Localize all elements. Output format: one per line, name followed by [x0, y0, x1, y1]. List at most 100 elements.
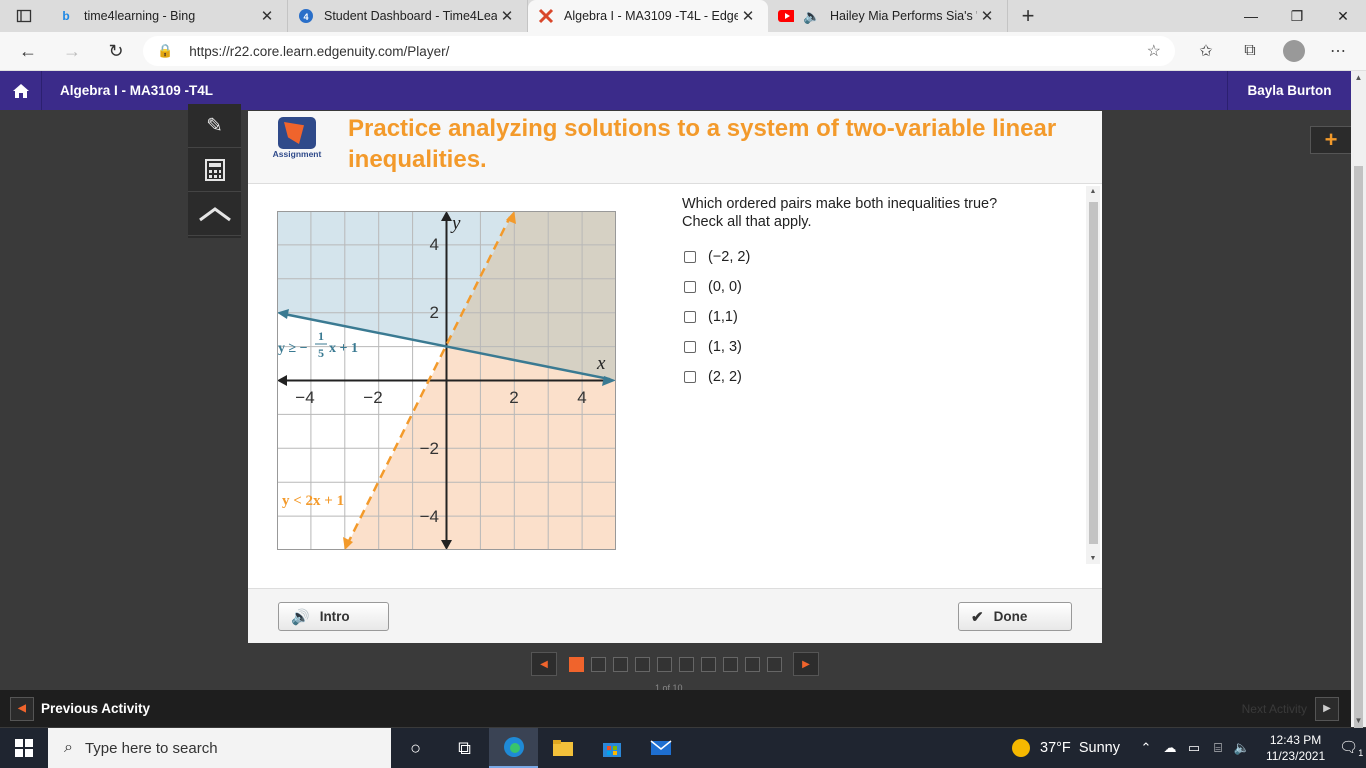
next-activity-button[interactable]: Next Activity ▶	[1242, 696, 1339, 721]
page-dot[interactable]	[700, 656, 716, 672]
previous-question-button[interactable]: ◀	[531, 652, 557, 676]
favorites-icon[interactable]: ✩	[1184, 41, 1228, 61]
calculator-icon	[204, 158, 225, 181]
checkmark-icon: ✔	[971, 608, 984, 626]
option-checkbox[interactable]	[684, 341, 696, 353]
store-button[interactable]	[587, 728, 636, 768]
caret-up-icon	[198, 206, 231, 221]
restore-button[interactable]: ❐	[1274, 0, 1320, 32]
option-checkbox[interactable]	[684, 371, 696, 383]
triangle-right-icon: ▶	[802, 658, 810, 670]
next-question-button[interactable]: ▶	[793, 652, 819, 676]
answer-option-5[interactable]: (2, 2)	[684, 369, 742, 385]
back-button[interactable]: ←	[6, 41, 50, 62]
settings-more-icon[interactable]: ⋯	[1316, 41, 1360, 61]
browser-tab-edgenuity[interactable]: Algebra I - MA3109 -T4L - Edger ✕	[528, 0, 768, 32]
search-placeholder: Type here to search	[84, 739, 218, 757]
done-button[interactable]: ✔ Done	[958, 602, 1072, 631]
address-bar[interactable]: 🔒 https://r22.core.learn.edgenuity.com/P…	[143, 36, 1175, 66]
lock-icon[interactable]: 🔒	[157, 43, 173, 59]
page-dot[interactable]	[722, 656, 738, 672]
clock[interactable]: 12:43 PM 11/23/2021	[1266, 732, 1325, 764]
option-label[interactable]: (1, 3)	[708, 339, 742, 355]
option-label[interactable]: (−2, 2)	[708, 249, 750, 265]
tab-actions-button[interactable]	[0, 0, 48, 32]
profile-avatar[interactable]	[1283, 40, 1305, 62]
cloud-icon[interactable]: ☁	[1158, 740, 1182, 756]
page-dot[interactable]	[634, 656, 650, 672]
calculator-tool-button[interactable]	[188, 148, 241, 192]
close-tab-icon[interactable]: ✕	[738, 7, 758, 25]
scroll-up-icon[interactable]: ▲	[1351, 73, 1366, 82]
mail-button[interactable]	[636, 728, 685, 768]
answer-option-3[interactable]: (1,1)	[684, 309, 738, 325]
refresh-button[interactable]: ↻	[94, 41, 138, 62]
scroll-down-icon[interactable]: ▼	[1351, 716, 1366, 725]
close-window-button[interactable]: ✕	[1320, 0, 1366, 32]
scrollbar-thumb[interactable]	[1354, 166, 1363, 746]
speaker-icon[interactable]: 🔈	[803, 8, 820, 24]
question-line-1: Which ordered pairs make both inequaliti…	[682, 196, 998, 212]
forward-button[interactable]: →	[50, 41, 94, 62]
answer-option-4[interactable]: (1, 3)	[684, 339, 742, 355]
inequality-1-lhs: y ≥ −	[278, 341, 308, 356]
option-checkbox[interactable]	[684, 281, 696, 293]
page-scrollbar[interactable]: ▲ ▼	[1351, 71, 1366, 746]
chevron-up-icon[interactable]: ⌃	[1134, 740, 1158, 756]
option-checkbox[interactable]	[684, 311, 696, 323]
intro-button[interactable]: 🔊 Intro	[278, 602, 389, 631]
browser-tab-bing[interactable]: b time4learning - Bing ✕	[48, 0, 288, 32]
volume-icon[interactable]: 🔈	[1230, 740, 1254, 756]
file-explorer-button[interactable]	[538, 728, 587, 768]
inequality-2-label: y < 2x + 1	[282, 493, 344, 509]
taskbar-search[interactable]: ⌕ Type here to search	[48, 728, 391, 768]
page-dot[interactable]	[590, 656, 606, 672]
url-text[interactable]: https://r22.core.learn.edgenuity.com/Pla…	[189, 44, 1146, 59]
task-view-button[interactable]: ⧉	[440, 728, 489, 768]
option-checkbox[interactable]	[684, 251, 696, 263]
battery-icon[interactable]: ▭	[1182, 740, 1206, 756]
pencil-tool-button[interactable]: ✎	[188, 104, 241, 148]
weather-text[interactable]: 37°F Sunny	[1040, 740, 1120, 756]
close-tab-icon[interactable]: ✕	[977, 7, 997, 25]
edge-taskbar-button[interactable]	[489, 728, 538, 768]
expand-plus-button[interactable]: +	[1310, 126, 1351, 154]
answer-option-2[interactable]: (0, 0)	[684, 279, 742, 295]
page-dot[interactable]	[612, 656, 628, 672]
window-controls: — ❐ ✕	[1228, 0, 1366, 32]
scroll-down-icon[interactable]: ▼	[1086, 555, 1100, 562]
start-button[interactable]	[0, 739, 48, 757]
answer-option-1[interactable]: (−2, 2)	[684, 249, 750, 265]
collapse-tools-button[interactable]	[188, 192, 241, 236]
option-label[interactable]: (0, 0)	[708, 279, 742, 295]
page-dot[interactable]	[766, 656, 782, 672]
x-tick-label: 4	[577, 388, 586, 407]
browser-tab-youtube[interactable]: 🔈 Hailey Mia Performs Sia's "E ✕	[768, 0, 1008, 32]
home-button[interactable]	[0, 71, 42, 110]
close-tab-icon[interactable]: ✕	[497, 7, 517, 25]
windows-logo-icon	[15, 739, 33, 757]
cortana-button[interactable]: ○	[391, 728, 440, 768]
scrollbar-thumb[interactable]	[1089, 202, 1098, 544]
previous-activity-button[interactable]: ◀ Previous Activity	[10, 696, 150, 721]
content-scrollbar[interactable]: ▲ ▼	[1086, 186, 1100, 564]
new-tab-button[interactable]: +	[1008, 0, 1048, 32]
close-tab-icon[interactable]: ✕	[257, 7, 277, 25]
folder-icon	[552, 740, 573, 756]
user-name[interactable]: Bayla Burton	[1227, 71, 1351, 110]
y-axis-label: y	[450, 213, 461, 234]
network-icon[interactable]: ⌸	[1206, 740, 1230, 756]
page-dot[interactable]	[656, 656, 672, 672]
task-view-icon: ⧉	[458, 737, 471, 758]
scroll-up-icon[interactable]: ▲	[1086, 188, 1100, 195]
minimize-button[interactable]: —	[1228, 0, 1274, 32]
add-favorite-icon[interactable]: ☆	[1147, 41, 1161, 61]
collections-icon[interactable]: ⧉	[1228, 42, 1272, 60]
page-dot[interactable]	[568, 656, 584, 672]
option-label[interactable]: (1,1)	[708, 309, 738, 325]
notification-icon[interactable]: 🗨1	[1339, 738, 1363, 758]
page-dot[interactable]	[678, 656, 694, 672]
browser-tab-dashboard[interactable]: 4 Student Dashboard - Time4Learn ✕	[288, 0, 528, 32]
option-label[interactable]: (2, 2)	[708, 369, 742, 385]
page-dot[interactable]	[744, 656, 760, 672]
